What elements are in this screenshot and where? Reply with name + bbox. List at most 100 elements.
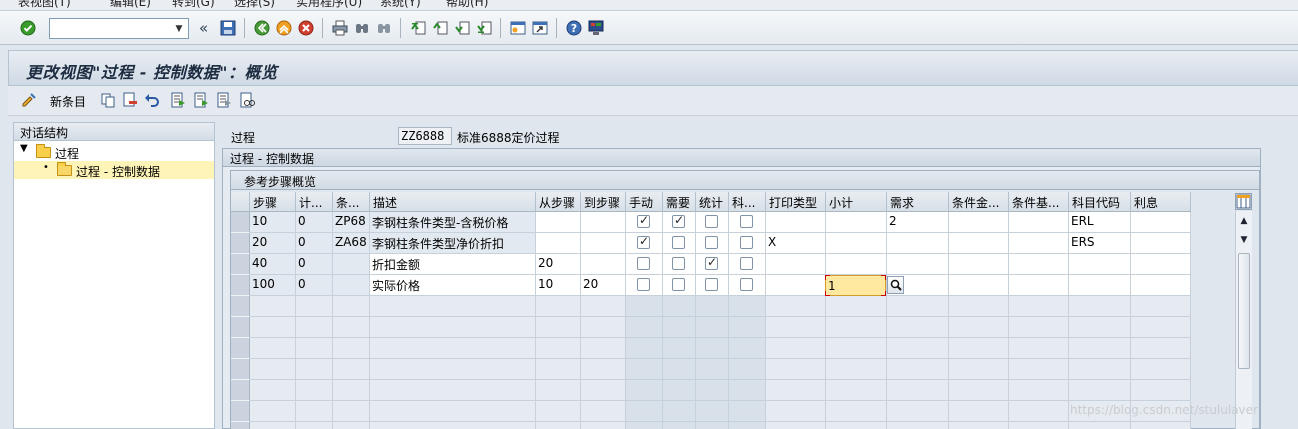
- find-next-icon[interactable]: [375, 19, 393, 37]
- scroll-up-icon[interactable]: ▲: [1236, 212, 1252, 229]
- checkbox-cell[interactable]: [663, 212, 696, 233]
- table-cell-to[interactable]: 20: [581, 275, 626, 296]
- menu-item-help[interactable]: 帮助(H): [446, 0, 488, 10]
- menu-item-utilities[interactable]: 实用程序(U): [296, 0, 362, 10]
- subtotal-input[interactable]: [826, 276, 885, 295]
- select-block-icon[interactable]: [192, 91, 210, 109]
- row-selector[interactable]: [231, 380, 250, 401]
- table-cell-altbase[interactable]: [1009, 254, 1069, 275]
- row-selector[interactable]: [231, 401, 250, 422]
- checkbox[interactable]: [672, 213, 685, 228]
- checkbox[interactable]: [740, 236, 753, 249]
- checkbox[interactable]: [705, 278, 718, 291]
- menu-item-goto[interactable]: 转到(G): [172, 0, 215, 10]
- checkbox[interactable]: [740, 257, 753, 270]
- select-all-icon[interactable]: [169, 91, 187, 109]
- column-header[interactable]: 条件金...: [949, 192, 1009, 212]
- row-selector[interactable]: [231, 317, 250, 338]
- next-page-icon[interactable]: [453, 19, 471, 37]
- column-header[interactable]: 条...: [333, 192, 370, 212]
- checkbox-cell[interactable]: [626, 212, 663, 233]
- first-page-icon[interactable]: [409, 19, 427, 37]
- checkbox[interactable]: [740, 215, 753, 228]
- column-header[interactable]: 步骤: [250, 192, 296, 212]
- scroll-thumb[interactable]: [1238, 253, 1250, 369]
- table-cell-req[interactable]: 2: [887, 212, 949, 233]
- table-cell-altbase[interactable]: [1009, 212, 1069, 233]
- select-all-rows-button[interactable]: [231, 192, 250, 212]
- table-cell-altcalc[interactable]: [949, 275, 1009, 296]
- table-cell-print[interactable]: [766, 254, 826, 275]
- deselect-all-icon[interactable]: [215, 91, 233, 109]
- table-cell-acctkey[interactable]: ERL: [1069, 212, 1131, 233]
- table-cell-acctkey[interactable]: [1069, 254, 1131, 275]
- table-cell-altcalc[interactable]: [949, 233, 1009, 254]
- tree-node-procedure[interactable]: ▼ 过程: [14, 143, 214, 161]
- command-field[interactable]: ▼: [49, 18, 189, 39]
- back-icon[interactable]: [253, 19, 271, 37]
- copy-icon[interactable]: [99, 91, 117, 109]
- column-header[interactable]: 科目代码: [1069, 192, 1131, 212]
- table-cell-req[interactable]: [887, 254, 949, 275]
- row-selector[interactable]: [231, 422, 250, 429]
- menu-item-edit[interactable]: 编辑(E): [110, 0, 151, 10]
- table-cell-altbase[interactable]: [1009, 275, 1069, 296]
- column-header[interactable]: 条件基...: [1009, 192, 1069, 212]
- column-header[interactable]: 从步骤: [536, 192, 581, 212]
- checkbox[interactable]: [705, 215, 718, 228]
- checkbox-cell[interactable]: [696, 233, 729, 254]
- menu-item-system[interactable]: 系统(Y): [380, 0, 421, 10]
- checkbox-cell[interactable]: [696, 212, 729, 233]
- checkbox-cell[interactable]: [626, 233, 663, 254]
- column-header[interactable]: 描述: [370, 192, 536, 212]
- shortcut-icon[interactable]: [531, 19, 549, 37]
- row-selector[interactable]: [231, 338, 250, 359]
- table-cell-print[interactable]: [766, 212, 826, 233]
- column-header[interactable]: 需要: [663, 192, 696, 212]
- menu-item-selection[interactable]: 选择(S): [234, 0, 275, 10]
- delete-icon[interactable]: [121, 91, 139, 109]
- checkbox-cell[interactable]: [663, 275, 696, 296]
- vertical-scrollbar[interactable]: ▲ ▼: [1235, 211, 1252, 429]
- row-selector[interactable]: [231, 275, 250, 296]
- enter-icon[interactable]: [19, 19, 37, 37]
- table-cell-accrual[interactable]: [1131, 212, 1191, 233]
- column-header[interactable]: 计...: [296, 192, 333, 212]
- row-selector[interactable]: [231, 359, 250, 380]
- value-help-button[interactable]: [887, 276, 904, 294]
- row-selector[interactable]: [231, 212, 250, 233]
- checkbox[interactable]: [705, 255, 718, 270]
- checkbox-cell[interactable]: [696, 275, 729, 296]
- checkbox-cell[interactable]: [626, 254, 663, 275]
- table-cell-to[interactable]: [581, 212, 626, 233]
- column-header[interactable]: 打印类型: [766, 192, 826, 212]
- checkbox-cell[interactable]: [663, 233, 696, 254]
- chevron-down-icon[interactable]: ▼: [171, 20, 187, 37]
- checkbox[interactable]: [672, 236, 685, 249]
- new-entries-button[interactable]: 新条目: [50, 93, 86, 110]
- checkbox[interactable]: [637, 257, 650, 270]
- expand-triangle-icon[interactable]: ▼: [20, 143, 28, 154]
- table-cell-print[interactable]: [766, 275, 826, 296]
- scroll-down-icon[interactable]: ▼: [1236, 231, 1252, 248]
- new-session-icon[interactable]: [509, 19, 527, 37]
- column-header[interactable]: 科...: [729, 192, 766, 212]
- table-cell-subtotal[interactable]: [826, 254, 887, 275]
- table-cell-subtotal[interactable]: [826, 233, 887, 254]
- table-cell-to[interactable]: [581, 233, 626, 254]
- column-header[interactable]: 需求: [887, 192, 949, 212]
- column-header[interactable]: 利息: [1131, 192, 1191, 212]
- menu-item-table-view[interactable]: 表视图(T): [18, 0, 71, 10]
- prev-page-icon[interactable]: [431, 19, 449, 37]
- save-icon[interactable]: [219, 19, 237, 37]
- last-page-icon[interactable]: [475, 19, 493, 37]
- table-cell-print[interactable]: X: [766, 233, 826, 254]
- row-selector[interactable]: [231, 254, 250, 275]
- table-cell-subtotal[interactable]: [826, 212, 887, 233]
- layout-icon[interactable]: [587, 19, 605, 37]
- row-selector[interactable]: [231, 233, 250, 254]
- table-cell-accrual[interactable]: [1131, 254, 1191, 275]
- table-cell-desc[interactable]: 折扣金额: [370, 254, 536, 275]
- column-header[interactable]: 统计: [696, 192, 729, 212]
- table-cell-altbase[interactable]: [1009, 233, 1069, 254]
